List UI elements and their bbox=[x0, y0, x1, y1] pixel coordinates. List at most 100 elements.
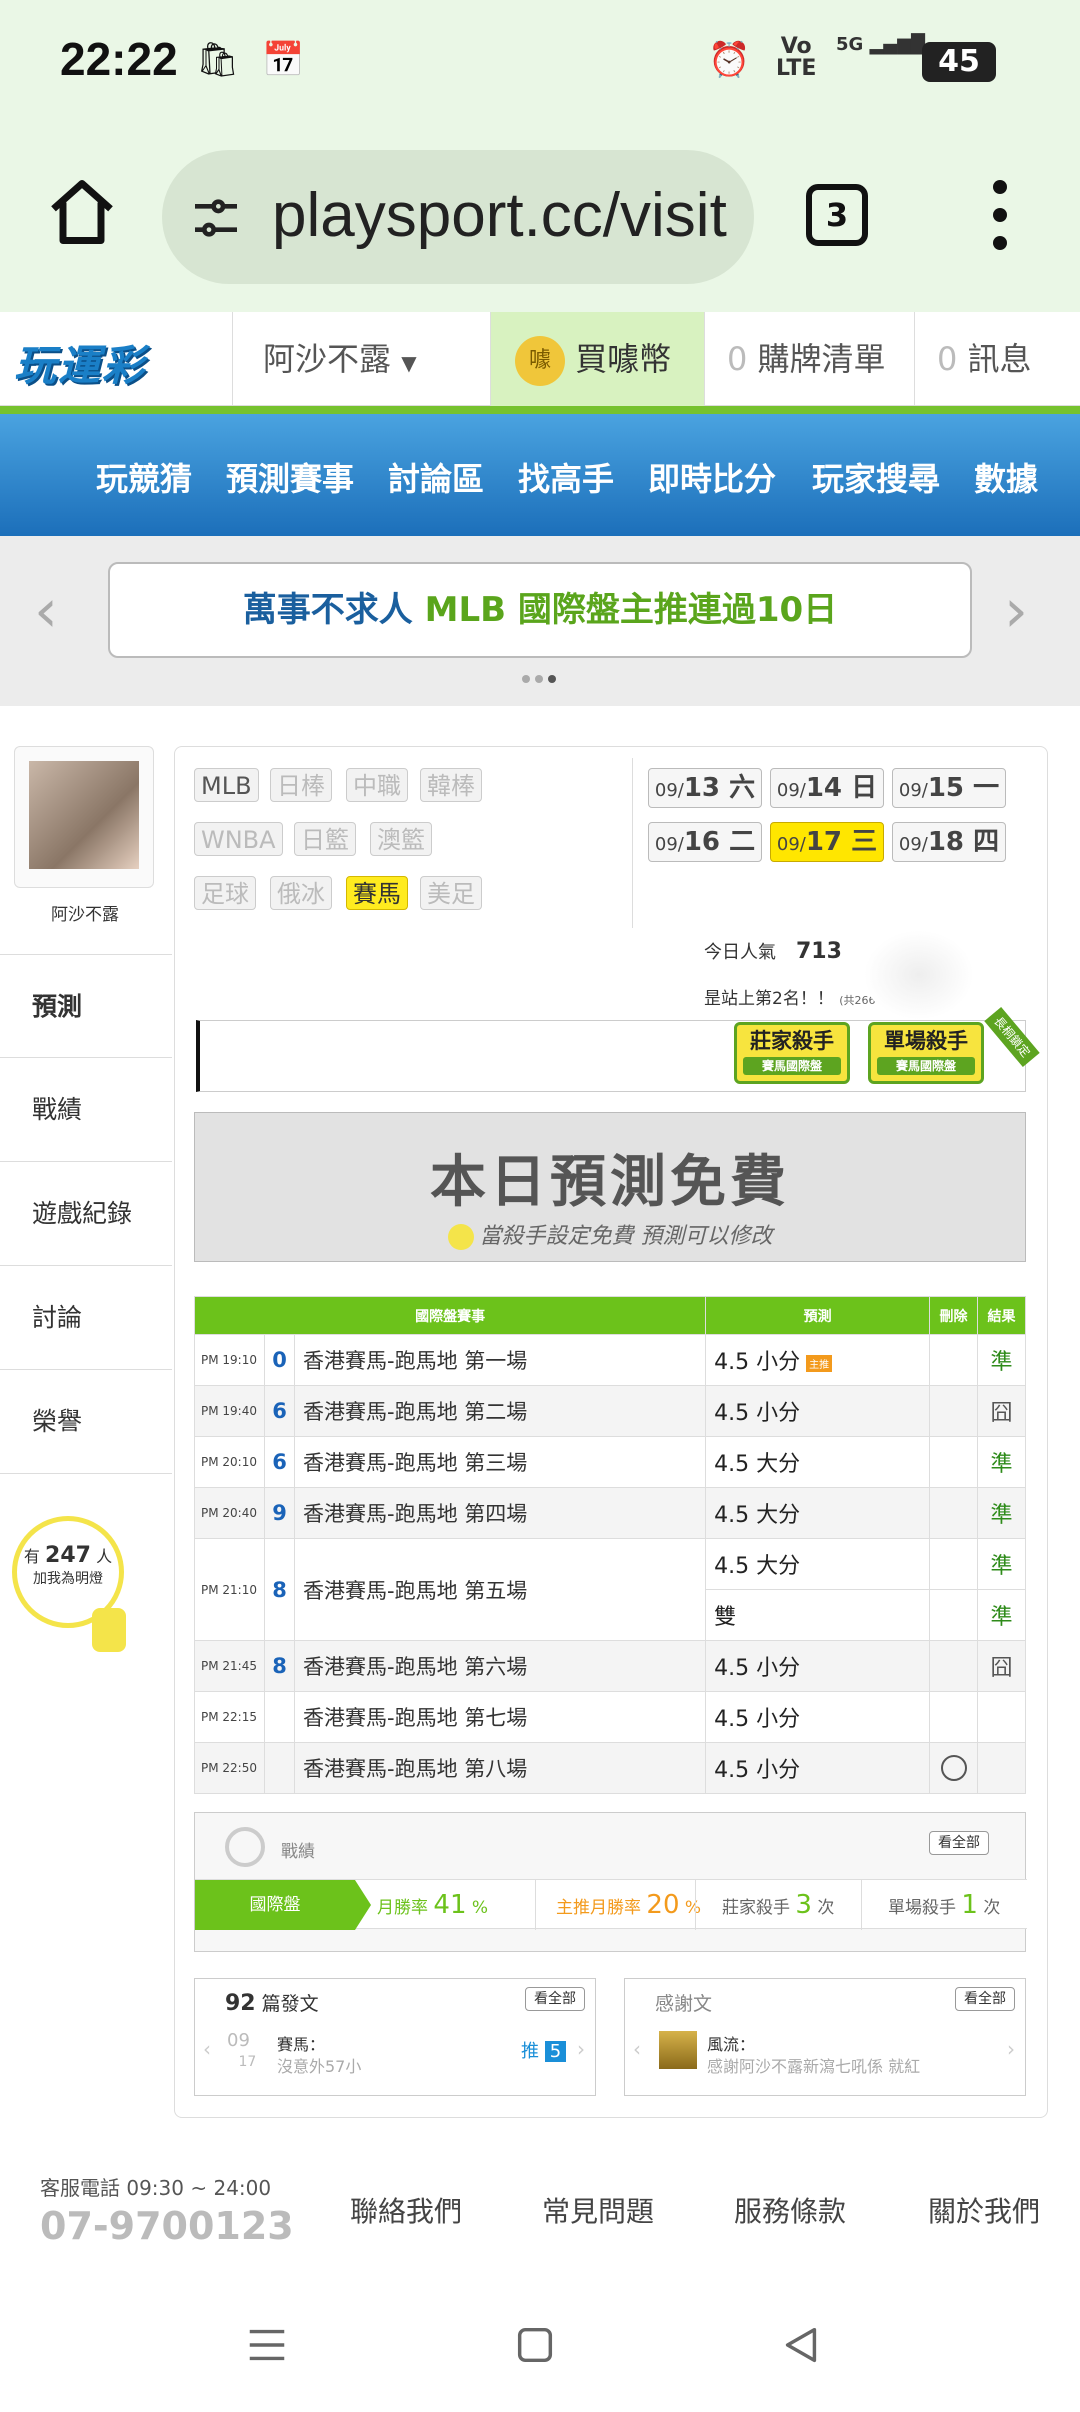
thanks-see-all-button[interactable]: 看全部 bbox=[955, 1987, 1015, 2011]
shopping-bag-icon: 🛍 bbox=[196, 40, 240, 80]
nav-item-data[interactable]: 數據 bbox=[974, 454, 1038, 500]
league-npb[interactable]: 日棒 bbox=[270, 768, 332, 802]
thanks-author: 風流： bbox=[707, 2035, 756, 2054]
league-cpbl[interactable]: 中職 bbox=[346, 768, 408, 802]
footer-link-faq[interactable]: 常見問題 bbox=[542, 2190, 654, 2230]
url-text[interactable]: playsport.cc/visit bbox=[272, 180, 727, 251]
system-nav-bar bbox=[0, 2280, 1080, 2412]
league-soccer[interactable]: 足球 bbox=[194, 876, 256, 910]
post-title[interactable]: 沒意外57小 bbox=[277, 2053, 361, 2077]
side-tab-predict[interactable]: 預測 bbox=[0, 954, 172, 1058]
alarm-icon: ⏰ bbox=[708, 40, 751, 80]
date-button[interactable]: 09/14 日 bbox=[770, 768, 884, 808]
delete-circle-icon[interactable] bbox=[940, 1755, 967, 1781]
row-race: 香港賽馬-跑馬地 第五場 bbox=[293, 1538, 707, 1641]
side-tab-discussion[interactable]: 討論 bbox=[0, 1266, 172, 1370]
league-nfl[interactable]: 美足 bbox=[420, 876, 482, 910]
row-prediction: 4.5 大分 bbox=[705, 1436, 930, 1488]
record-tab-international[interactable]: 國際盤 bbox=[195, 1880, 355, 1930]
league-mlb[interactable]: MLB bbox=[194, 768, 259, 802]
chevron-right-icon[interactable]: › bbox=[1004, 576, 1028, 646]
recent-apps-icon[interactable] bbox=[244, 2322, 290, 2368]
side-tab-record[interactable]: 戰績 bbox=[0, 1058, 172, 1162]
promo-banner[interactable]: 萬事不求人 MLB 國際盤主推連過10日 bbox=[108, 562, 972, 658]
chevron-right-icon[interactable]: › bbox=[577, 2037, 585, 2061]
nav-item-experts[interactable]: 找高手 bbox=[518, 454, 614, 500]
row-count[interactable]: 6 bbox=[264, 1436, 295, 1488]
side-tab-game-log[interactable]: 遊戲紀錄 bbox=[0, 1162, 172, 1266]
banner-text-1: 萬事不求人 bbox=[242, 590, 425, 630]
footer-link-about[interactable]: 關於我們 bbox=[928, 2190, 1040, 2230]
nav-item-player-search[interactable]: 玩家搜尋 bbox=[812, 454, 940, 500]
league-kbo[interactable]: 韓棒 bbox=[420, 768, 482, 802]
single-killer-count: 單場殺手 1 次 bbox=[861, 1880, 1027, 1930]
row-time: PM 22:50 bbox=[194, 1742, 265, 1794]
chevron-right-icon[interactable]: › bbox=[1007, 2037, 1015, 2061]
league-horse-racing[interactable]: 賽馬 bbox=[346, 876, 408, 910]
buy-coin-button[interactable]: 噱 買噱幣 bbox=[490, 312, 704, 406]
follower-count: 有 247 人 bbox=[23, 1543, 113, 1568]
table-row: PM 22:15 香港賽馬-跑馬地 第七場 4.5 小分 bbox=[194, 1691, 1026, 1743]
row-race: 香港賽馬-跑馬地 第六場 bbox=[293, 1640, 707, 1692]
league-aus-basketball[interactable]: 澳籃 bbox=[370, 822, 432, 856]
date-button[interactable]: 09/13 六 bbox=[648, 768, 762, 808]
nav-item-livescore[interactable]: 即時比分 bbox=[648, 454, 776, 500]
row-delete[interactable] bbox=[929, 1742, 978, 1794]
footer-link-contact[interactable]: 聯絡我們 bbox=[350, 2190, 462, 2230]
record-stats-row: 國際盤 月勝率 41 % 主推月勝率 20 % 莊家殺手 3 次 單場殺手 1 … bbox=[195, 1879, 1027, 1930]
message-button[interactable]: 0 訊息 bbox=[914, 312, 1080, 406]
more-menu-icon[interactable] bbox=[985, 180, 1015, 250]
date-button[interactable]: 09/18 四 bbox=[892, 822, 1006, 862]
record-see-all-button[interactable]: 看全部 bbox=[929, 1831, 989, 1855]
league-jpn-basketball[interactable]: 日籃 bbox=[294, 822, 356, 856]
row-time: PM 21:45 bbox=[194, 1640, 265, 1692]
row-count[interactable]: 0 bbox=[264, 1334, 295, 1386]
row-prediction: 雙 bbox=[705, 1589, 930, 1641]
thanks-text[interactable]: 感謝阿沙不露新瀉七吼係 就紅 bbox=[707, 2053, 920, 2077]
service-phone[interactable]: 07-9700123 bbox=[40, 2204, 294, 2248]
push-count: 推 5 bbox=[521, 2037, 567, 2063]
row-count[interactable]: 9 bbox=[264, 1487, 295, 1539]
site-settings-icon[interactable] bbox=[188, 190, 244, 246]
profile-name: 阿沙不露 bbox=[51, 905, 119, 925]
browser-toolbar: playsport.cc/visit 3 bbox=[0, 120, 1080, 312]
row-count[interactable]: 8 bbox=[264, 1538, 295, 1641]
avatar[interactable] bbox=[14, 746, 154, 888]
row-race: 香港賽馬-跑馬地 第八場 bbox=[293, 1742, 707, 1794]
address-bar[interactable]: playsport.cc/visit bbox=[162, 150, 754, 284]
home-nav-icon[interactable] bbox=[512, 2322, 558, 2368]
carousel-dots bbox=[522, 668, 557, 687]
nav-item-forum[interactable]: 討論區 bbox=[388, 454, 484, 500]
row-result: 準 bbox=[977, 1487, 1026, 1539]
date-button[interactable]: 09/16 二 bbox=[648, 822, 762, 862]
home-icon[interactable] bbox=[44, 174, 120, 250]
date-button-selected[interactable]: 09/17 三 bbox=[770, 822, 884, 862]
chevron-left-icon[interactable]: ‹ bbox=[34, 576, 58, 646]
league-russia-hockey[interactable]: 俄冰 bbox=[270, 876, 332, 910]
row-count[interactable]: 8 bbox=[264, 1640, 295, 1692]
nav-item-guess[interactable]: 玩競猜 bbox=[96, 454, 192, 500]
chevron-left-icon[interactable]: ‹ bbox=[203, 2037, 211, 2061]
filter-divider bbox=[632, 758, 633, 928]
site-logo[interactable]: 玩運彩 bbox=[14, 332, 146, 393]
nav-item-predict[interactable]: 預測賽事 bbox=[226, 454, 354, 500]
row-delete bbox=[929, 1436, 978, 1488]
row-count[interactable]: 6 bbox=[264, 1385, 295, 1437]
cart-button[interactable]: 0 購牌清單 bbox=[704, 312, 914, 406]
footer-link-terms[interactable]: 服務條款 bbox=[734, 2190, 846, 2230]
league-wnba[interactable]: WNBA bbox=[194, 822, 283, 856]
user-menu[interactable]: 阿沙不露 ▼ bbox=[232, 312, 490, 406]
posts-see-all-button[interactable]: 看全部 bbox=[525, 1987, 585, 2011]
coin-icon: 噱 bbox=[515, 336, 565, 386]
back-icon[interactable] bbox=[778, 2322, 824, 2368]
date-button[interactable]: 09/15 一 bbox=[892, 768, 1006, 808]
row-prediction: 4.5 小分 bbox=[705, 1742, 930, 1794]
col-header-event: 國際盤賽事 bbox=[193, 1296, 707, 1335]
chevron-left-icon[interactable]: ‹ bbox=[633, 2037, 641, 2061]
calendar-icon: 📅 bbox=[262, 40, 305, 80]
tab-switcher-button[interactable]: 3 bbox=[806, 184, 868, 246]
side-tab-honor[interactable]: 榮譽 bbox=[0, 1370, 172, 1474]
row-result bbox=[977, 1691, 1026, 1743]
lightbulb-small-icon bbox=[447, 1224, 474, 1250]
row-delete bbox=[929, 1538, 978, 1590]
